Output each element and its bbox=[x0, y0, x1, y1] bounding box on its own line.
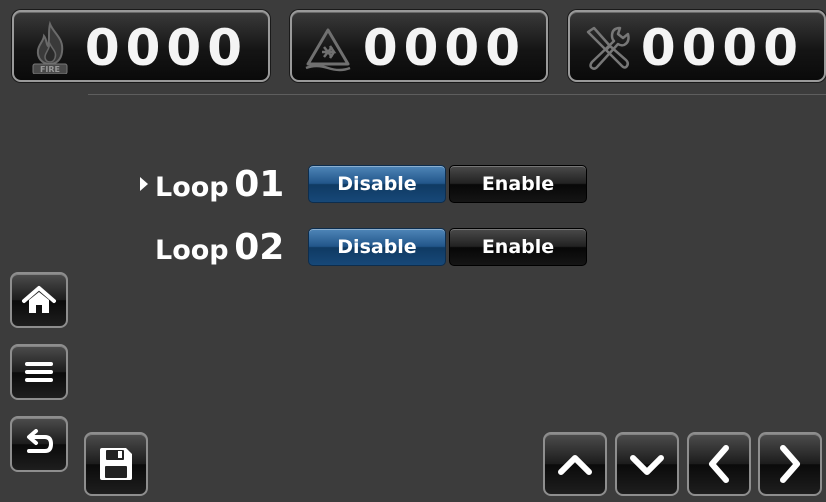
fire-counter: FIRE 0000 bbox=[12, 10, 270, 82]
fire-count: 0000 bbox=[84, 19, 248, 77]
loop-01-enable-button[interactable]: Enable bbox=[449, 165, 587, 203]
service-count: 0000 bbox=[640, 19, 804, 77]
chevron-up-icon bbox=[558, 455, 592, 475]
chevron-down-icon bbox=[630, 455, 664, 475]
fault-count: 0000 bbox=[362, 19, 526, 77]
service-counter: 0000 bbox=[568, 10, 826, 82]
tools-icon bbox=[580, 20, 632, 74]
save-button[interactable] bbox=[84, 432, 148, 496]
back-icon bbox=[27, 429, 54, 453]
fault-icon bbox=[302, 20, 354, 74]
loop-label-word: Loop bbox=[155, 172, 229, 203]
loop-label-word: Loop bbox=[155, 235, 229, 266]
up-button[interactable] bbox=[543, 432, 607, 496]
down-button[interactable] bbox=[615, 432, 679, 496]
fault-counter: 0000 bbox=[290, 10, 548, 82]
home-button[interactable] bbox=[10, 272, 68, 328]
loop-number: 01 bbox=[234, 164, 285, 205]
loop-number: 02 bbox=[234, 227, 285, 268]
floppy-disk-icon bbox=[100, 448, 132, 480]
loop-02-disable-button[interactable]: Disable bbox=[308, 228, 446, 266]
loop-02-enable-button[interactable]: Enable bbox=[449, 228, 587, 266]
fire-icon: FIRE bbox=[24, 20, 76, 75]
menu-icon bbox=[25, 362, 53, 382]
fire-badge-label: FIRE bbox=[40, 65, 60, 74]
loop-02-label: Loop 02 bbox=[155, 226, 284, 276]
right-button[interactable] bbox=[758, 432, 822, 496]
header-divider bbox=[88, 94, 826, 95]
selection-caret-icon bbox=[140, 177, 148, 191]
left-button[interactable] bbox=[687, 432, 751, 496]
loop-01-disable-button[interactable]: Disable bbox=[308, 165, 446, 203]
menu-button[interactable] bbox=[10, 344, 68, 400]
back-button[interactable] bbox=[10, 416, 68, 472]
chevron-right-icon bbox=[780, 445, 800, 483]
loop-01-label: Loop 01 bbox=[155, 163, 284, 213]
chevron-left-icon bbox=[709, 445, 729, 483]
home-icon bbox=[22, 286, 56, 313]
